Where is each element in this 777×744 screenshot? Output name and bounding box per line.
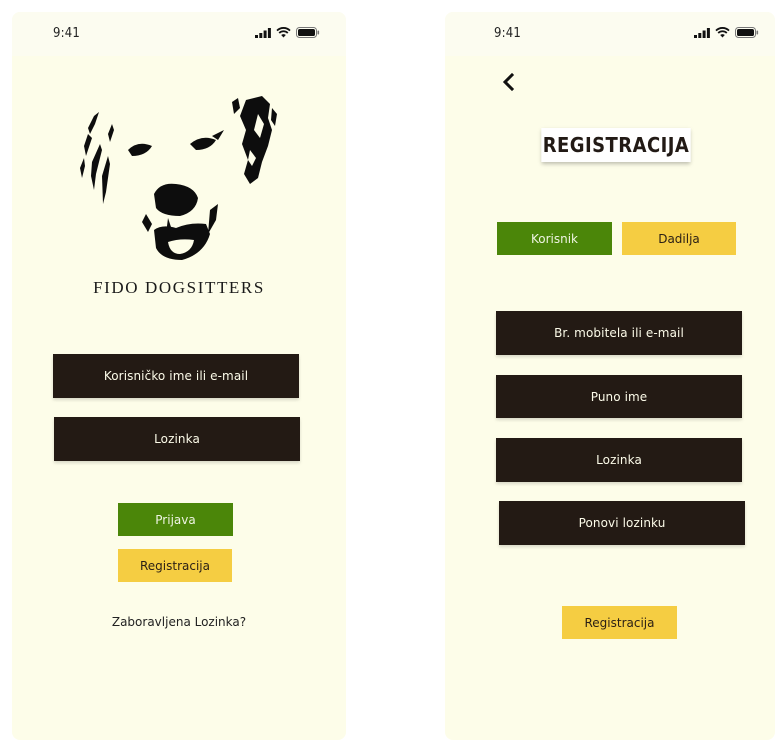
username-input[interactable]: Korisničko ime ili e-mail xyxy=(53,354,299,398)
full-name-input[interactable]: Puno ime xyxy=(496,375,742,418)
status-bar: 9:41 xyxy=(12,12,346,56)
status-bar: 9:41 xyxy=(445,12,775,56)
brand-name: FIDO DOGSITTERS xyxy=(93,278,265,297)
forgot-password-link[interactable]: Zaboravljena Lozinka? xyxy=(12,615,346,629)
battery-icon xyxy=(296,27,320,38)
status-time: 9:41 xyxy=(494,26,522,41)
status-time: 9:41 xyxy=(53,26,81,41)
register-button[interactable]: Registracija xyxy=(118,549,232,582)
submit-register-button[interactable]: Registracija xyxy=(562,606,677,639)
wifi-icon xyxy=(715,27,730,38)
phone-email-input[interactable]: Br. mobitela ili e-mail xyxy=(496,311,742,355)
tab-dadilja[interactable]: Dadilja xyxy=(622,222,736,255)
password-placeholder: Lozinka xyxy=(154,432,200,446)
confirm-password-input[interactable]: Ponovi lozinku xyxy=(499,501,745,545)
login-button[interactable]: Prijava xyxy=(118,503,233,536)
password-placeholder: Lozinka xyxy=(596,453,642,467)
phone-email-placeholder: Br. mobitela ili e-mail xyxy=(554,326,684,340)
full-name-placeholder: Puno ime xyxy=(590,389,648,404)
back-arrow-icon[interactable] xyxy=(501,73,515,91)
battery-icon xyxy=(735,27,759,38)
password-input[interactable]: Lozinka xyxy=(54,417,300,461)
signal-icon xyxy=(255,27,271,38)
password-input[interactable]: Lozinka xyxy=(496,438,742,482)
tab-korisnik[interactable]: Korisnik xyxy=(497,222,612,255)
page-title: REGISTRACIJA xyxy=(541,128,691,162)
confirm-password-placeholder: Ponovi lozinku xyxy=(578,516,666,530)
login-screen: 9:41 FIDO DOGSITTERS Korisničko ime ili … xyxy=(12,12,346,740)
signal-icon xyxy=(694,27,710,38)
dog-logo-icon xyxy=(80,96,277,260)
username-placeholder: Korisničko ime ili e-mail xyxy=(103,369,249,383)
register-screen: 9:41 REGISTRACIJA Korisnik Dadilja Br. m… xyxy=(445,12,775,740)
wifi-icon xyxy=(276,27,291,38)
